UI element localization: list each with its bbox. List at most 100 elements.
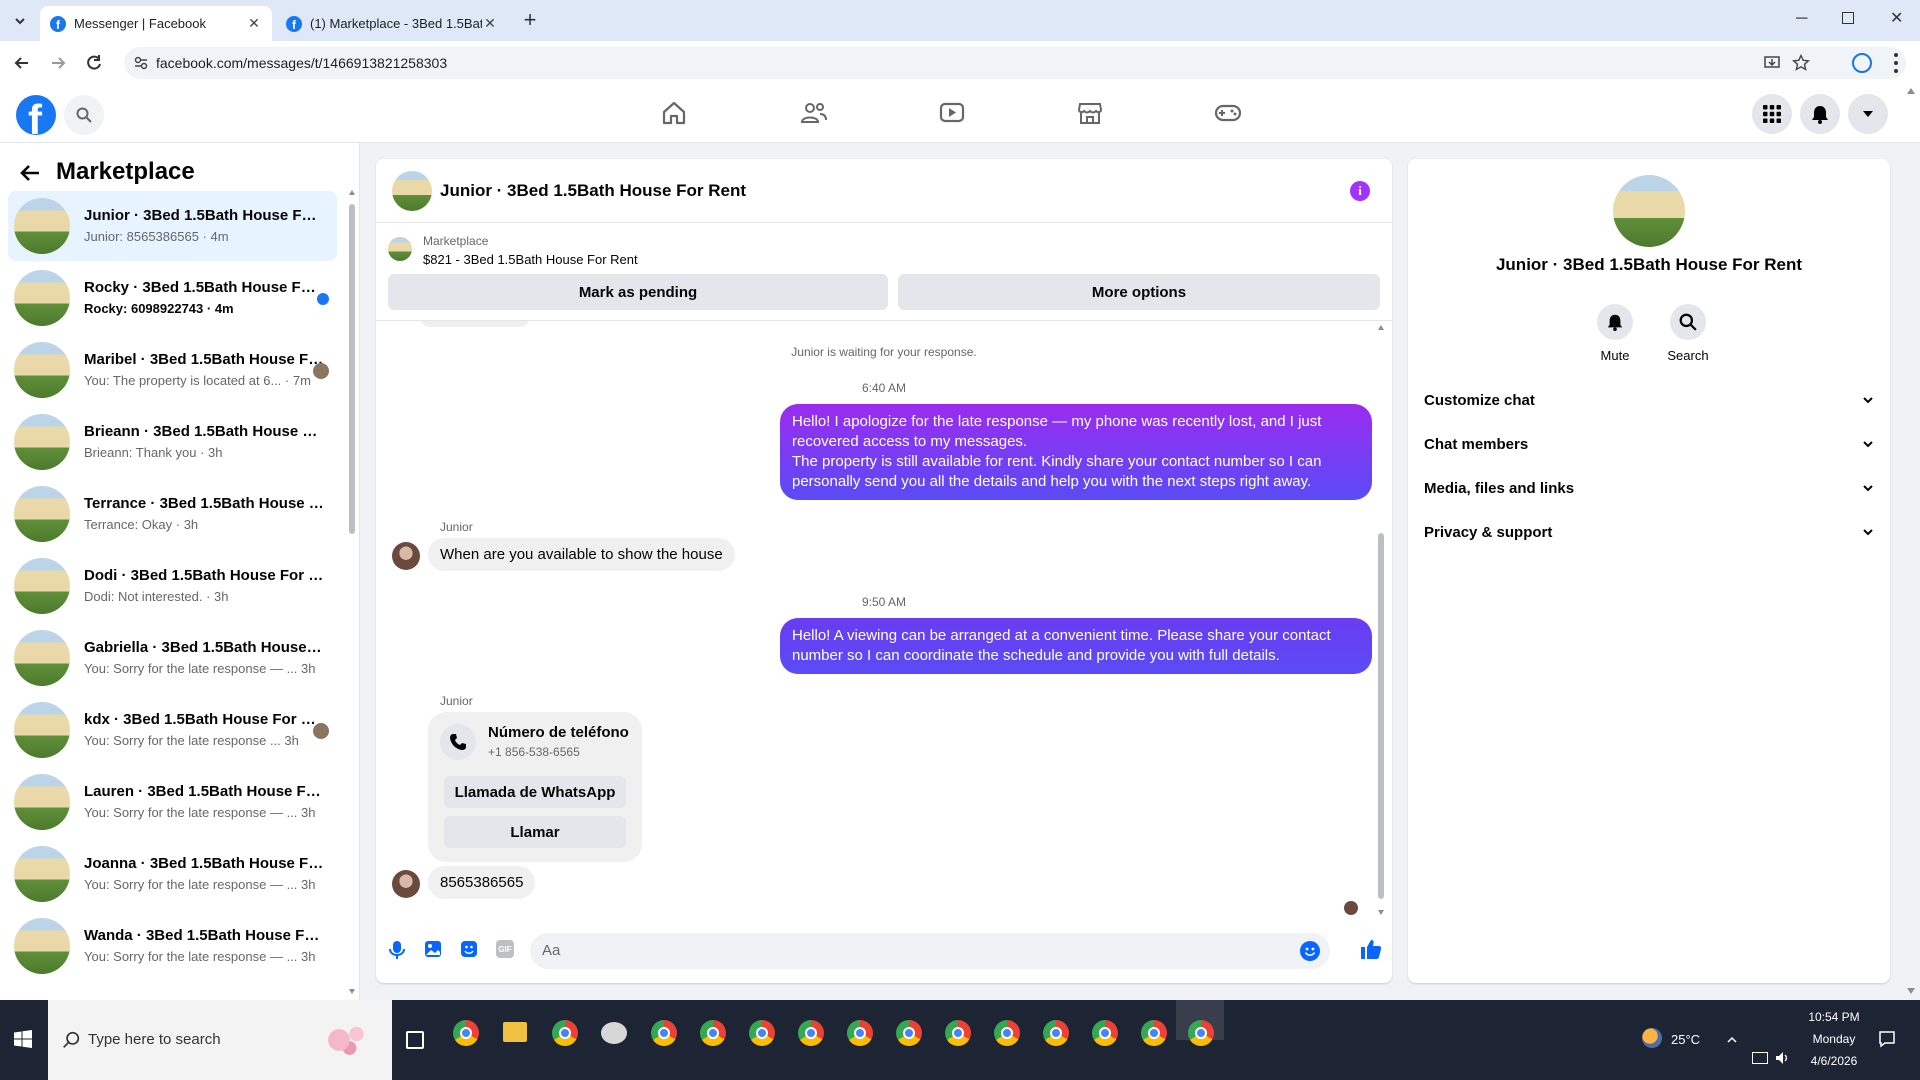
- chat-title[interactable]: Junior · 3Bed 1.5Bath House For Rent: [440, 181, 746, 201]
- scrollbar-thumb[interactable]: [349, 204, 355, 534]
- close-icon[interactable]: ✕: [246, 15, 262, 32]
- privacy-support-section[interactable]: Privacy & support: [1424, 512, 1874, 552]
- facebook-logo-icon[interactable]: f: [16, 95, 56, 135]
- sticker-icon[interactable]: [460, 940, 478, 958]
- mute-button[interactable]: Mute: [1591, 304, 1639, 368]
- taskbar-chrome-icon[interactable]: [994, 1020, 1020, 1046]
- browser-tab-marketplace[interactable]: f (1) Marketplace - 3Bed 1.5Bath ✕: [276, 6, 508, 41]
- taskbar-chrome-icon[interactable]: [700, 1020, 726, 1046]
- conversation-item[interactable]: kdx · 3Bed 1.5Bath House For Rent You: So…: [8, 695, 337, 765]
- close-window-button[interactable]: ✕: [1890, 8, 1910, 28]
- chat-avatar[interactable]: [392, 171, 432, 211]
- taskbar-chrome-icon[interactable]: [1092, 1020, 1118, 1046]
- bookmark-star-icon[interactable]: [1792, 54, 1810, 72]
- sender-avatar[interactable]: [392, 542, 420, 570]
- media-files-links-section[interactable]: Media, files and links: [1424, 468, 1874, 508]
- scrollbar[interactable]: [349, 190, 355, 994]
- taskbar-search-box[interactable]: Type here to search: [48, 1000, 392, 1080]
- search-button[interactable]: [64, 95, 104, 135]
- taskbar-chrome-icon[interactable]: [1188, 1020, 1214, 1046]
- message-input[interactable]: Aa: [530, 933, 1330, 969]
- tab-search-button[interactable]: [8, 10, 32, 32]
- taskbar-chrome-icon[interactable]: [847, 1020, 873, 1046]
- scrollbar-thumb[interactable]: [1378, 533, 1384, 899]
- taskbar-chrome-icon[interactable]: [945, 1020, 971, 1046]
- message-scrollbar[interactable]: [1378, 325, 1384, 915]
- conversation-item[interactable]: Brieann · 3Bed 1.5Bath House For Rent Bri…: [8, 407, 337, 477]
- conversation-item[interactable]: Maribel · 3Bed 1.5Bath House For Rent You…: [8, 335, 337, 405]
- listing-summary[interactable]: $821 - 3Bed 1.5Bath House For Rent: [423, 252, 638, 267]
- taskbar-chrome-icon[interactable]: [896, 1020, 922, 1046]
- taskbar-chrome-icon[interactable]: [651, 1020, 677, 1046]
- browser-tab-messenger[interactable]: f Messenger | Facebook ✕: [40, 6, 272, 41]
- profile-avatar[interactable]: [1613, 175, 1685, 247]
- conversation-item[interactable]: Junior · 3Bed 1.5Bath House For Rent Juni…: [8, 191, 337, 261]
- nav-video-button[interactable]: [938, 99, 970, 131]
- call-button[interactable]: Llamar: [444, 816, 626, 848]
- taskbar-chrome-icon[interactable]: [749, 1020, 775, 1046]
- conversation-item[interactable]: Terrance · 3Bed 1.5Bath House For Rent Te…: [8, 479, 337, 549]
- mark-as-pending-button[interactable]: Mark as pending: [388, 274, 888, 310]
- back-button[interactable]: [18, 161, 44, 185]
- outgoing-message[interactable]: Hello! I apologize for the late response…: [780, 404, 1372, 500]
- like-thumb-icon[interactable]: [1360, 938, 1382, 960]
- nav-marketplace-button[interactable]: [1076, 99, 1108, 131]
- nav-home-button[interactable]: [660, 99, 692, 131]
- chevron-up-icon[interactable]: [1726, 1034, 1738, 1046]
- account-button[interactable]: [1848, 94, 1888, 134]
- emoji-button[interactable]: [1300, 941, 1320, 961]
- taskbar-chrome-icon[interactable]: [1141, 1020, 1167, 1046]
- install-app-icon[interactable]: [1764, 55, 1780, 71]
- conversation-item[interactable]: Dodi · 3Bed 1.5Bath House For Rent Dodi: …: [8, 551, 337, 621]
- network-icon[interactable]: [1752, 1052, 1768, 1064]
- close-icon[interactable]: ✕: [482, 15, 498, 32]
- microphone-icon[interactable]: [388, 940, 406, 960]
- conversation-item[interactable]: Joanna · 3Bed 1.5Bath House For Rent You:…: [8, 839, 337, 909]
- taskbar-chrome-icon[interactable]: [453, 1020, 479, 1046]
- profile-icon[interactable]: [1852, 53, 1872, 73]
- new-tab-button[interactable]: +: [520, 8, 540, 32]
- chat-members-section[interactable]: Chat members: [1424, 424, 1874, 464]
- minimize-button[interactable]: ─: [1796, 10, 1816, 30]
- image-icon[interactable]: [424, 940, 442, 958]
- more-options-button[interactable]: More options: [898, 274, 1380, 310]
- taskbar-app-icon[interactable]: [601, 1022, 627, 1044]
- start-button[interactable]: [14, 1030, 32, 1048]
- menu-button[interactable]: [1752, 94, 1792, 134]
- site-settings-icon[interactable]: [134, 56, 148, 70]
- sender-avatar[interactable]: [392, 870, 420, 898]
- address-field[interactable]: facebook.com/messages/t/1466913821258303: [124, 47, 1906, 79]
- restore-button[interactable]: [1842, 12, 1854, 24]
- nav-friends-button[interactable]: [800, 99, 832, 131]
- conversation-item[interactable]: Wanda · 3Bed 1.5Bath House For Rent You: …: [8, 911, 337, 981]
- customize-chat-section[interactable]: Customize chat: [1424, 380, 1874, 420]
- whatsapp-call-button[interactable]: Llamada de WhatsApp: [444, 776, 626, 808]
- notifications-button[interactable]: [1800, 94, 1840, 134]
- incoming-message[interactable]: 8565386565: [428, 866, 536, 899]
- reload-icon[interactable]: [84, 53, 104, 73]
- outgoing-message[interactable]: Hello! A viewing can be arranged at a co…: [780, 618, 1372, 674]
- search-in-conversation-button[interactable]: Search: [1662, 304, 1714, 368]
- taskbar-chrome-icon[interactable]: [552, 1020, 578, 1046]
- clock-time[interactable]: 10:54 PM: [1806, 1010, 1862, 1024]
- taskbar-chrome-icon[interactable]: [798, 1020, 824, 1046]
- info-button[interactable]: i: [1350, 181, 1370, 201]
- volume-icon[interactable]: [1774, 1050, 1790, 1066]
- conversation-item[interactable]: Rocky · 3Bed 1.5Bath House For Rent Rocky…: [8, 263, 337, 333]
- conversation-item[interactable]: Lauren · 3Bed 1.5Bath House For Rent You:…: [8, 767, 337, 837]
- nav-gaming-button[interactable]: [1214, 99, 1246, 131]
- taskbar-file-explorer-icon[interactable]: [503, 1022, 527, 1042]
- listing-thumbnail[interactable]: [388, 237, 412, 261]
- conversation-item[interactable]: Gabriella · 3Bed 1.5Bath House For Rent Y…: [8, 623, 337, 693]
- task-view-icon[interactable]: [406, 1031, 424, 1049]
- browser-menu-icon[interactable]: [1893, 53, 1899, 73]
- page-scrollbar[interactable]: [1906, 88, 1916, 994]
- incoming-message[interactable]: When are you available to show the house: [428, 538, 735, 571]
- forward-icon[interactable]: [48, 53, 68, 73]
- notification-center-icon[interactable]: [1878, 1030, 1896, 1048]
- taskbar-chrome-icon[interactable]: [1043, 1020, 1069, 1046]
- back-icon[interactable]: [12, 53, 32, 73]
- weather-icon[interactable]: [1642, 1028, 1662, 1048]
- weather-temperature[interactable]: 25°C: [1671, 1032, 1700, 1047]
- gif-icon[interactable]: GIF: [496, 940, 514, 958]
